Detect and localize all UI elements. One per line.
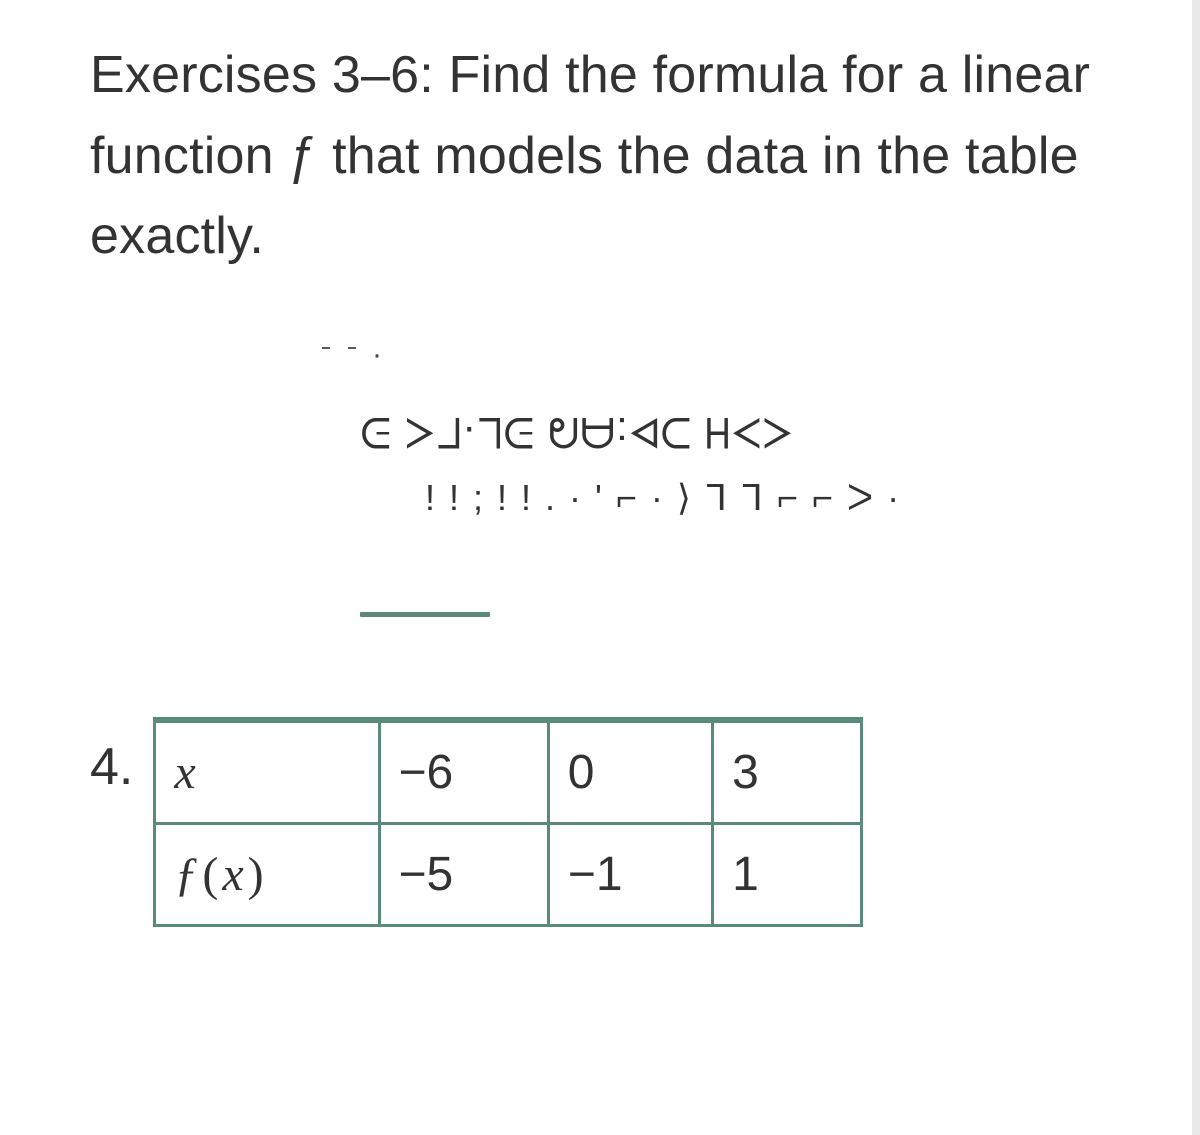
problem-number: 4. <box>90 737 133 797</box>
garble-line-3: ! ! ; ! ! . · ' ⌐ · ⟩ ᒣ ᒣ ⌐ ⌐ ᐳ · <box>425 477 901 519</box>
table-cell: 3 <box>713 720 862 824</box>
page-right-edge <box>1192 0 1200 1135</box>
row-header-x: x <box>155 720 379 824</box>
fx-var: x <box>222 848 243 901</box>
exercise-instructions: Exercises 3–6: Find the formula for a li… <box>90 35 1140 277</box>
table-row: ƒ(x) −5 −1 1 <box>155 823 862 925</box>
fx-paren-close: ) <box>248 848 264 901</box>
row-header-fx: ƒ(x) <box>155 823 379 925</box>
table-cell: −6 <box>379 720 548 824</box>
garble-line-1: ᐨ ᐨ · <box>320 337 385 372</box>
answer-blank-line <box>360 612 490 617</box>
garbled-text-area: ᐨ ᐨ · ᕮ ᐳᒣ·ᒧᕮ ᕠᗩ:ᐊᑕ ᕼᐸᐳ ! ! ; ! ! . · ' … <box>230 337 1140 657</box>
table-row: x −6 0 3 <box>155 720 862 824</box>
table-cell: −1 <box>548 823 712 925</box>
garble-line-2: ᕮ ᐳᒣ·ᒧᕮ ᕠᗩ:ᐊᑕ ᕼᐸᐳ <box>360 407 794 456</box>
data-table: x −6 0 3 ƒ(x) −5 −1 1 <box>153 717 863 927</box>
table-cell: 0 <box>548 720 712 824</box>
fx-fn: ƒ <box>174 848 198 901</box>
fx-paren-open: ( <box>202 848 218 901</box>
table-cell: 1 <box>713 823 862 925</box>
problem-4: 4. x −6 0 3 ƒ(x) −5 −1 1 <box>90 717 1140 927</box>
table-cell: −5 <box>379 823 548 925</box>
